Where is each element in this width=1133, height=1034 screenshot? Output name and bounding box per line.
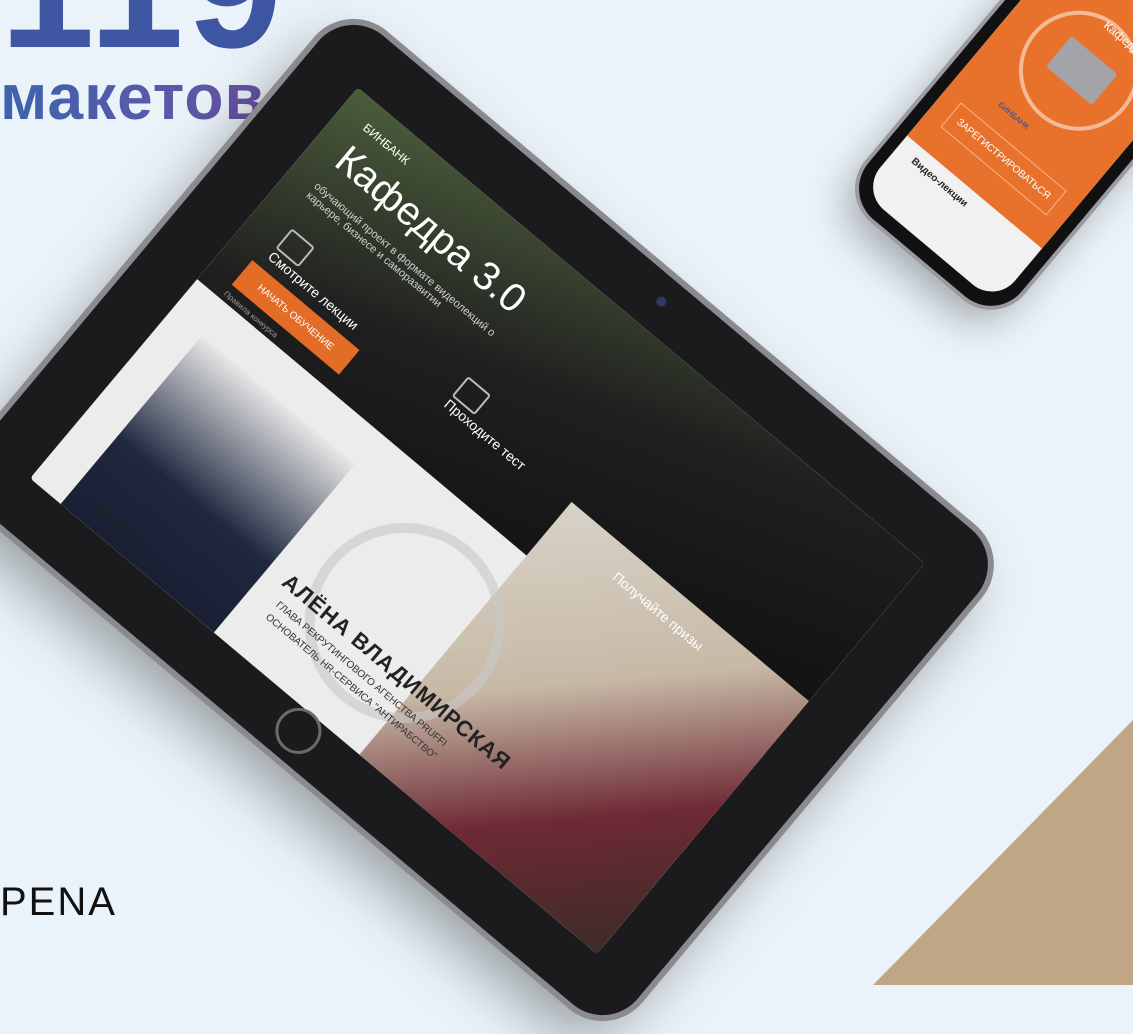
phone-bank-logo: БИНБАНК: [996, 100, 1031, 132]
phone-screen: Кафедра 3.0 БИНБАНК ЗАРЕГИСТРИРОВАТЬСЯ В…: [860, 0, 1133, 304]
decorative-corner-shape: [873, 720, 1133, 985]
layouts-label: макетов: [0, 61, 265, 133]
camera-icon: [654, 294, 669, 309]
tablet-device: БИНБАНК Кафедра 3.0 обучающий проект в ф…: [0, 6, 1007, 1034]
phone-hero: Кафедра 3.0 БИНБАНК ЗАРЕГИСТРИРОВАТЬСЯ: [907, 0, 1133, 249]
tablet-screen: БИНБАНК Кафедра 3.0 обучающий проект в ф…: [30, 87, 925, 954]
feature-take-test: Проходите тест: [441, 376, 545, 473]
brand-logo: PENA: [0, 880, 117, 924]
phone-device: Кафедра 3.0 БИНБАНК ЗАРЕГИСТРИРОВАТЬСЯ В…: [842, 0, 1133, 323]
feature-test-label: Проходите тест: [441, 395, 530, 474]
